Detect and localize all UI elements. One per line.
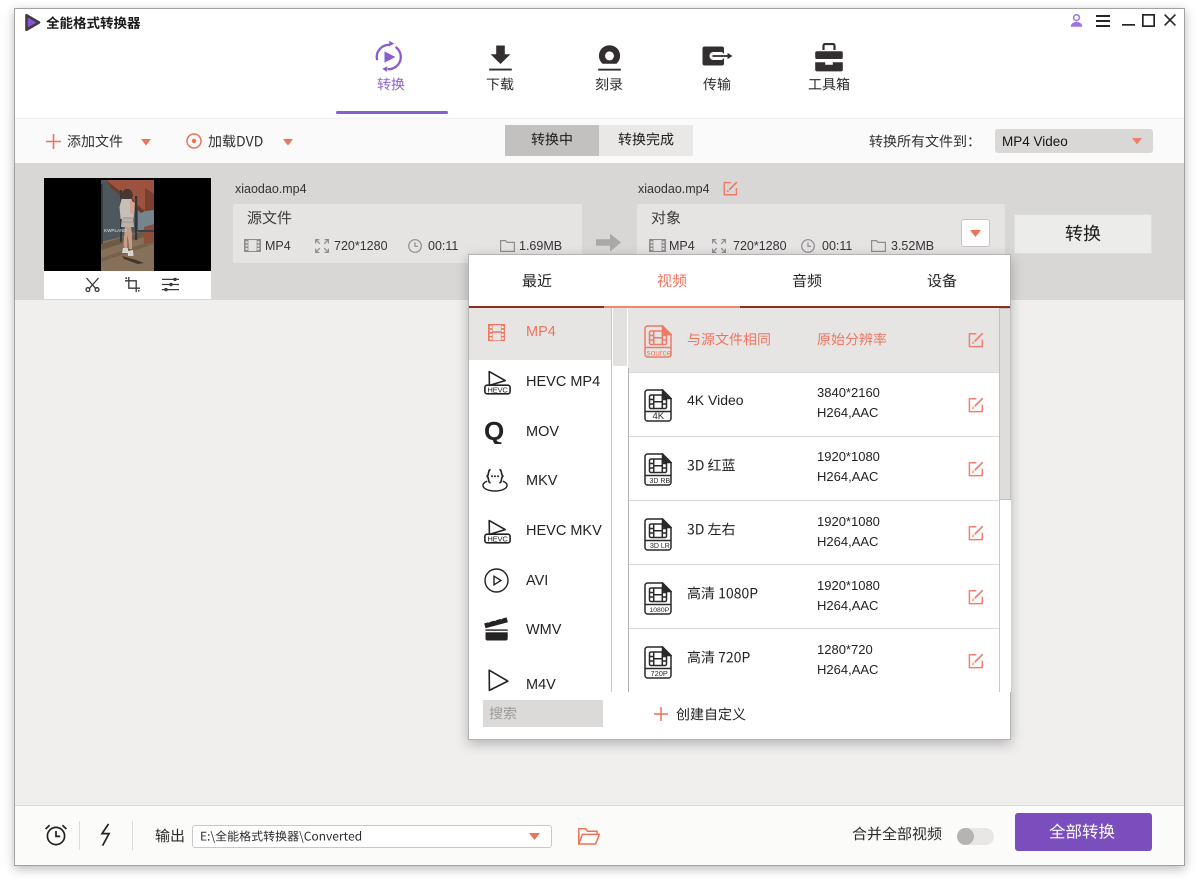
svg-text:3D RB: 3D RB — [650, 478, 671, 485]
svg-text:3D LR: 3D LR — [650, 543, 670, 550]
svg-text:HEVC: HEVC — [487, 385, 508, 394]
svg-text:HEVC: HEVC — [487, 534, 508, 543]
svg-text:4K: 4K — [653, 411, 665, 422]
svg-text:720P: 720P — [651, 669, 668, 678]
svg-text:KWPLAND: KWPLAND — [104, 228, 127, 233]
svg-text:source: source — [647, 348, 672, 357]
svg-text:Q: Q — [484, 419, 504, 444]
svg-text:1080P: 1080P — [650, 607, 670, 614]
